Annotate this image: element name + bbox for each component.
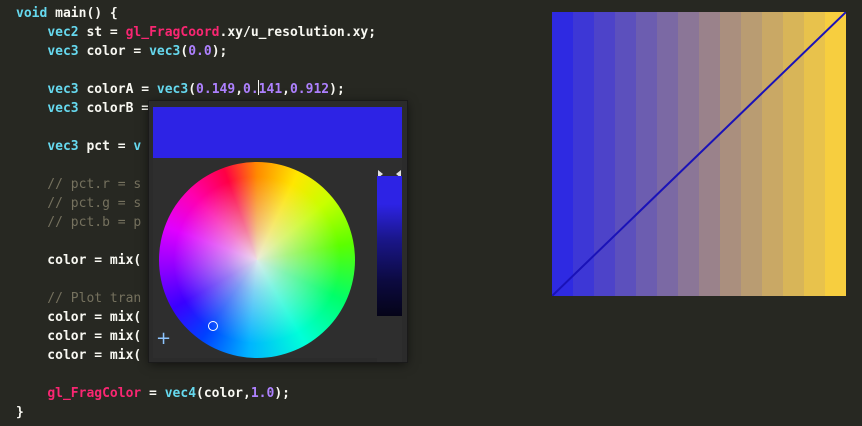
code-token: = bbox=[141, 386, 165, 401]
code-token: void bbox=[16, 6, 48, 21]
code-token: vec3 bbox=[149, 44, 181, 59]
brightness-slider[interactable] bbox=[377, 158, 402, 362]
code-token: vec3 bbox=[47, 139, 79, 154]
color-picker-popup[interactable] bbox=[149, 101, 407, 362]
code-token: colorB = bbox=[78, 101, 157, 116]
code-token: pct = bbox=[78, 139, 134, 154]
gradient-band bbox=[741, 12, 763, 296]
code-token: vec3 bbox=[47, 82, 79, 97]
code-token: vec3 bbox=[47, 101, 79, 116]
code-token: vec4 bbox=[164, 386, 197, 401]
code-token: // pct.b = p bbox=[16, 215, 142, 230]
gradient-band bbox=[636, 12, 658, 296]
code-line[interactable] bbox=[16, 61, 400, 80]
code-token: 0.0 bbox=[188, 44, 212, 59]
code-token: gl_FragCoord bbox=[125, 25, 220, 40]
code-line[interactable] bbox=[16, 365, 400, 384]
code-token: color = mix( bbox=[16, 329, 142, 344]
gradient-band bbox=[699, 12, 721, 296]
code-token: // Plot tran bbox=[16, 291, 142, 306]
code-token: 0.912 bbox=[289, 82, 330, 97]
code-token: 0.149 bbox=[196, 82, 236, 97]
code-line[interactable]: } bbox=[16, 403, 400, 422]
gradient-band bbox=[804, 12, 826, 296]
code-token: } bbox=[16, 405, 24, 420]
color-wheel[interactable] bbox=[159, 162, 355, 358]
code-token: st = bbox=[78, 25, 126, 40]
code-token: ); bbox=[329, 82, 345, 97]
shader-preview-canvas bbox=[552, 12, 846, 296]
code-token: ); bbox=[211, 44, 228, 59]
gradient-band bbox=[552, 12, 574, 296]
code-token: vec3 bbox=[47, 44, 79, 59]
code-token: colorA = bbox=[78, 82, 157, 97]
gradient-band bbox=[657, 12, 679, 296]
code-token: color = mix( bbox=[16, 348, 142, 363]
code-token: // pct.g = s bbox=[16, 196, 142, 211]
gradient-band bbox=[762, 12, 784, 296]
code-line[interactable]: void main() { bbox=[16, 4, 400, 23]
gradient-band bbox=[678, 12, 700, 296]
code-token: .xy/u_resolution.xy; bbox=[219, 25, 377, 40]
code-token: , bbox=[235, 82, 244, 97]
code-token: ); bbox=[274, 386, 290, 401]
brightness-gradient bbox=[377, 176, 402, 316]
code-token: gl_FragColor bbox=[47, 386, 142, 401]
code-token: v bbox=[133, 139, 142, 154]
code-line[interactable]: gl_FragColor = vec4(color,1.0); bbox=[16, 384, 400, 403]
color-wheel-panel[interactable] bbox=[153, 158, 377, 358]
gradient-band bbox=[573, 12, 595, 296]
code-token: (color, bbox=[196, 386, 251, 401]
code-token: color = mix( bbox=[16, 310, 142, 325]
code-token: main() { bbox=[47, 6, 118, 21]
code-line[interactable]: vec2 st = gl_FragCoord.xy/u_resolution.x… bbox=[16, 23, 400, 42]
code-token: 141 bbox=[258, 82, 283, 97]
code-token: // pct.r = s bbox=[16, 177, 142, 192]
code-token: ( bbox=[188, 82, 197, 97]
code-line[interactable]: vec3 colorA = vec3(0.149,0.141,0.912); bbox=[16, 80, 400, 99]
gradient-band bbox=[825, 12, 846, 296]
current-color-swatch bbox=[153, 107, 402, 158]
code-token: vec2 bbox=[47, 25, 79, 40]
code-line[interactable]: vec3 color = vec3(0.0); bbox=[16, 42, 400, 61]
code-token: vec3 bbox=[156, 82, 189, 97]
code-token: 0. bbox=[243, 82, 259, 97]
circle-handle-icon[interactable] bbox=[208, 321, 218, 331]
code-token: color = bbox=[78, 44, 150, 59]
gradient-band bbox=[720, 12, 742, 296]
code-token: color = mix( bbox=[16, 253, 142, 268]
gradient-band bbox=[615, 12, 637, 296]
preview-svg bbox=[552, 12, 846, 296]
shader-editor: void main() { vec2 st = gl_FragCoord.xy/… bbox=[0, 0, 862, 426]
code-token: 1.0 bbox=[250, 386, 275, 401]
code-token: , bbox=[282, 82, 290, 97]
plus-icon[interactable]: + bbox=[156, 330, 171, 348]
